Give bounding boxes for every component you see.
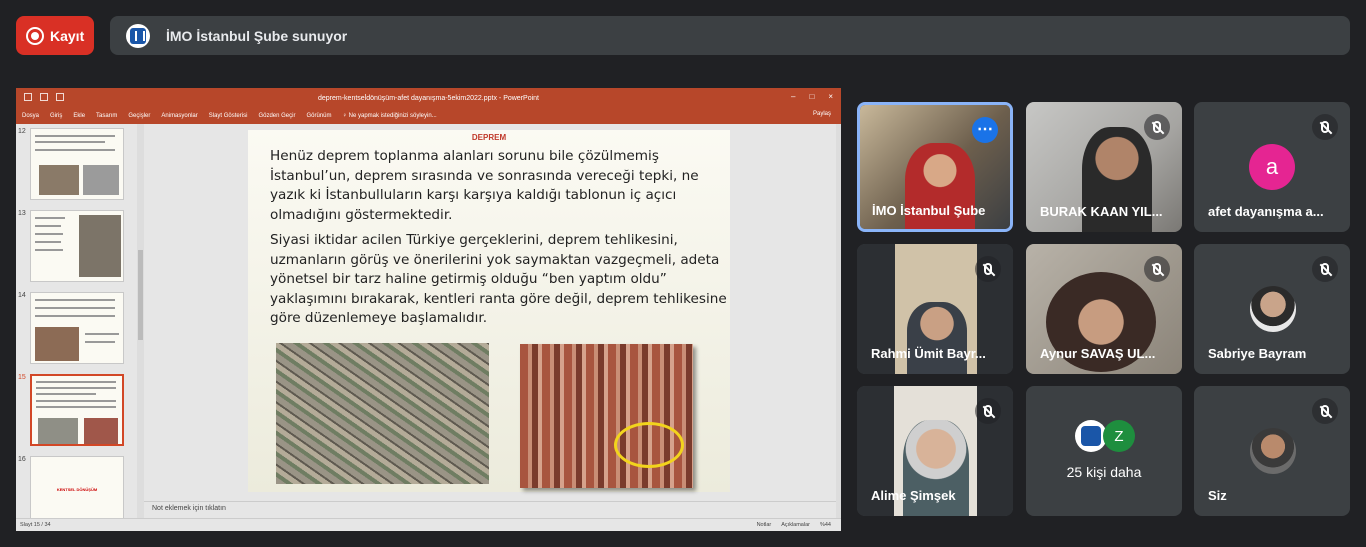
participant-name: BURAK KAAN YIL... <box>1040 204 1163 219</box>
aerial-photo-2 <box>520 344 693 488</box>
save-icon[interactable] <box>24 93 32 101</box>
thumbnail-14[interactable]: 14 <box>18 292 140 364</box>
participant-tile-alime[interactable]: Alime Şimşek <box>857 386 1013 516</box>
more-participants-label: 25 kişi daha <box>1066 464 1142 480</box>
notes-pane[interactable]: Not eklemek için tıklatın <box>144 501 836 518</box>
tab-ekle[interactable]: Ekle <box>73 113 85 119</box>
participant-name: Aynur SAVAŞ UL... <box>1040 346 1156 361</box>
avatar <box>1250 286 1296 332</box>
mic-off-icon <box>975 398 1001 424</box>
participant-tile-burak[interactable]: BURAK KAAN YIL... <box>1026 102 1182 232</box>
minimize-icon[interactable]: – <box>791 92 795 101</box>
tell-me-input[interactable]: ♀ Ne yapmak istediğinizi söyleyin... <box>342 113 436 119</box>
slide-counter: Slayt 15 / 34 <box>20 522 51 528</box>
current-slide[interactable]: DEPREM Henüz deprem toplanma alanları so… <box>248 130 730 492</box>
participant-tile-rahmi[interactable]: Rahmi Ümit Bayr... <box>857 244 1013 374</box>
tab-gecisler[interactable]: Geçişler <box>128 113 150 119</box>
presenting-banner: İMO İstanbul Şube sunuyor <box>110 16 1350 55</box>
imo-logo-icon <box>126 23 150 48</box>
mic-off-icon <box>975 256 1001 282</box>
tab-animasyonlar[interactable]: Animasyonlar <box>161 113 197 119</box>
thumbnail-15[interactable]: 15 <box>18 374 140 446</box>
share-button[interactable]: Paylaş <box>813 111 831 117</box>
slide-title: DEPREM <box>471 133 507 142</box>
mic-off-icon <box>1144 114 1170 140</box>
ppt-ribbon-tabs: Dosya Giriş Ekle Tasarım Geçişler Animas… <box>16 108 841 124</box>
more-participants-tile[interactable]: Z 25 kişi daha <box>1026 386 1182 516</box>
slide-scrollbar[interactable] <box>836 124 841 518</box>
tab-slayt-gosterisi[interactable]: Slayt Gösterisi <box>209 113 248 119</box>
slide-editor: DEPREM Henüz deprem toplanma alanları so… <box>144 124 836 498</box>
participant-name: İMO İstanbul Şube <box>872 203 986 218</box>
avatar: Z <box>1103 420 1135 452</box>
thumbnail-16[interactable]: 16 KENTSEL DÖNÜŞÜM <box>18 456 140 518</box>
redo-icon[interactable] <box>56 93 64 101</box>
record-label: Kayıt <box>50 27 85 44</box>
highlight-circle <box>614 422 684 468</box>
participant-tile-sabriye[interactable]: Sabriye Bayram <box>1194 244 1350 374</box>
mic-off-icon <box>1312 114 1338 140</box>
notes-toggle[interactable]: Notlar <box>757 522 772 528</box>
record-button[interactable]: Kayıt <box>16 16 94 55</box>
participant-tile-self[interactable]: Siz <box>1194 386 1350 516</box>
slide-thumbnails: 12 13 14 15 16 KENTSEL DÖNÜŞÜM <box>16 124 144 518</box>
ppt-statusbar: Slayt 15 / 34 Notlar Açıklamalar %44 <box>16 518 841 531</box>
thumbnail-scrollbar[interactable] <box>137 124 144 518</box>
avatar: a <box>1249 144 1295 190</box>
presenter-text: İMO İstanbul Şube sunuyor <box>166 27 348 44</box>
slide-paragraph-2: Siyasi iktidar acilen Türkiye gerçekleri… <box>270 232 727 326</box>
slide-paragraph-1: Henüz deprem toplanma alanları sorunu bi… <box>270 148 699 223</box>
zoom-level[interactable]: %44 <box>820 522 831 528</box>
record-icon <box>26 26 44 45</box>
mic-off-icon <box>1312 398 1338 424</box>
participant-name: Alime Şimşek <box>871 488 956 503</box>
close-icon[interactable]: × <box>828 92 833 101</box>
mic-off-icon <box>1144 256 1170 282</box>
participant-name: Sabriye Bayram <box>1208 346 1307 361</box>
comments-toggle[interactable]: Açıklamalar <box>781 522 810 528</box>
tab-gozden-gecir[interactable]: Gözden Geçir <box>258 113 295 119</box>
ppt-titlebar: deprem-kentsel̇dönüşüm-afet dayanışma-5e… <box>16 88 841 108</box>
tab-dosya[interactable]: Dosya <box>22 113 39 119</box>
participant-name: Rahmi Ümit Bayr... <box>871 346 986 361</box>
thumbnail-13[interactable]: 13 <box>18 210 140 282</box>
avatar <box>1250 428 1296 474</box>
mic-off-icon <box>1312 256 1338 282</box>
ppt-window-title: deprem-kentsel̇dönüşüm-afet dayanışma-5e… <box>317 94 539 102</box>
participant-tile-afet[interactable]: a afet dayanışma a... <box>1194 102 1350 232</box>
tab-tasarim[interactable]: Tasarım <box>96 113 117 119</box>
undo-icon[interactable] <box>40 93 48 101</box>
shared-screen: deprem-kentsel̇dönüşüm-afet dayanışma-5e… <box>16 88 841 531</box>
tab-gorunum[interactable]: Görünüm <box>306 113 331 119</box>
participant-tile-aynur[interactable]: Aynur SAVAŞ UL... <box>1026 244 1182 374</box>
thumbnail-12[interactable]: 12 <box>18 128 140 200</box>
aerial-photo-1 <box>276 343 489 484</box>
tab-giris[interactable]: Giriş <box>50 113 62 119</box>
participant-name: Siz <box>1208 488 1227 503</box>
maximize-icon[interactable]: □ <box>809 92 814 101</box>
more-options-icon[interactable]: ⋯ <box>972 117 998 143</box>
participant-name: afet dayanışma a... <box>1208 204 1324 219</box>
participant-tile-imo[interactable]: ⋯ İMO İstanbul Şube <box>857 102 1013 232</box>
